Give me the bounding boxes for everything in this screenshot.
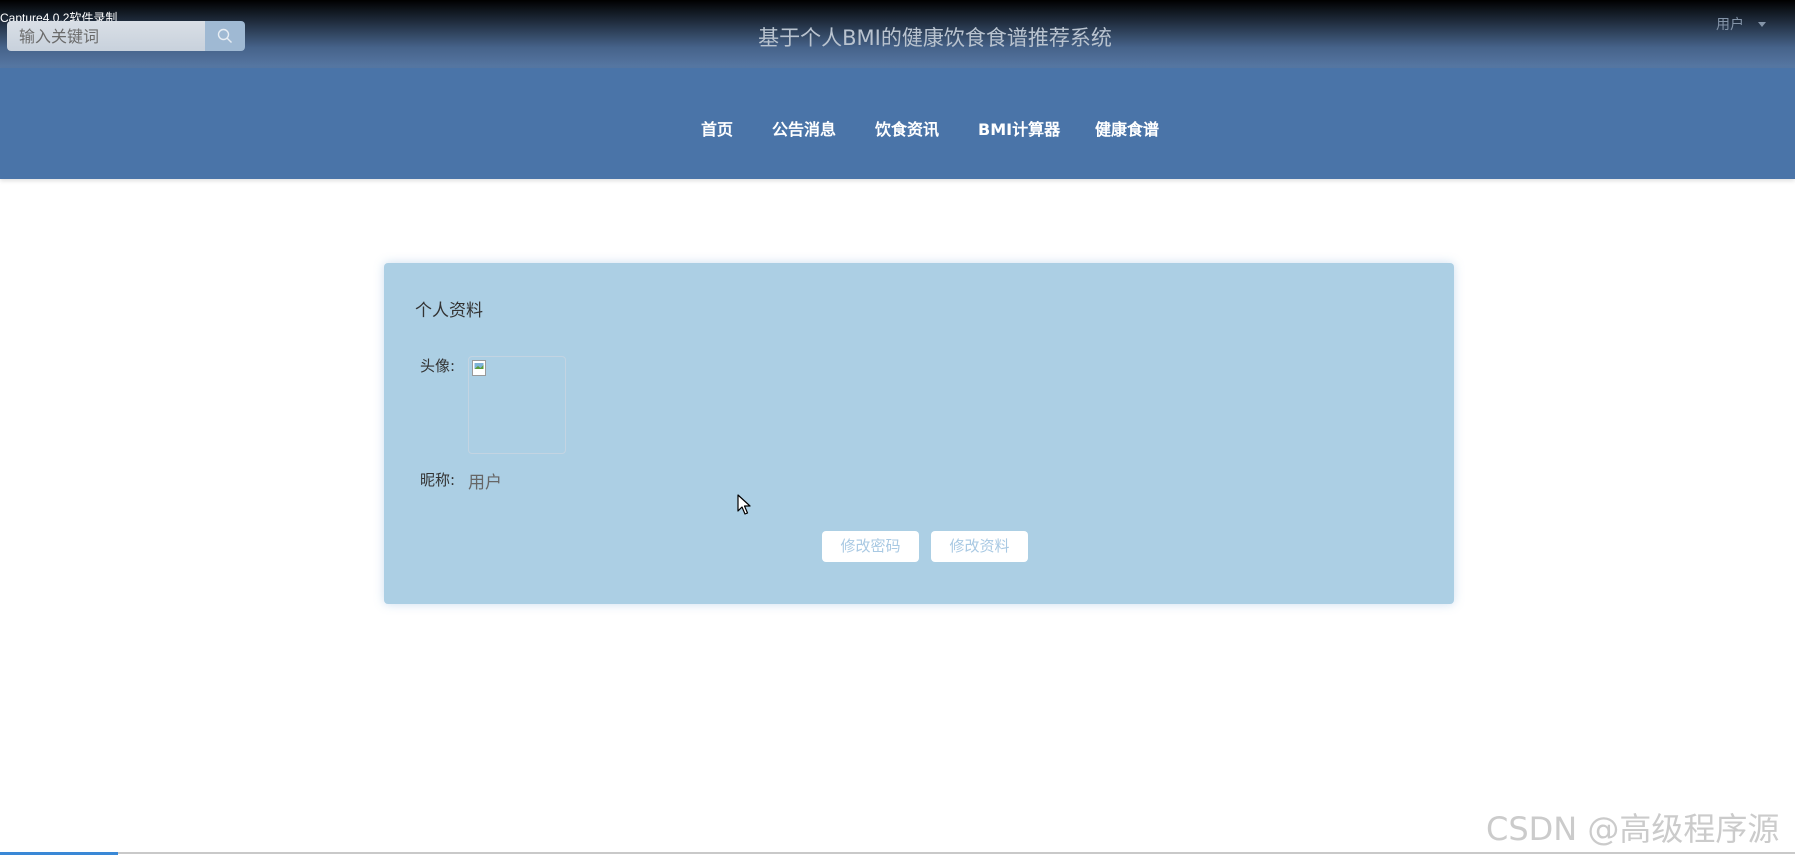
top-header: Capture4.0.2软件录制 基于个人BMI的健康饮食食谱推荐系统 用户 — [0, 0, 1795, 68]
nav-item-bmi-calculator[interactable]: BMI计算器 — [978, 116, 1060, 140]
chevron-down-icon — [1758, 21, 1766, 27]
site-title: 基于个人BMI的健康饮食食谱推荐系统 — [758, 26, 1112, 50]
nav-item-healthy-recipes[interactable]: 健康食谱 — [1095, 116, 1159, 140]
broken-image-icon — [472, 360, 486, 376]
main-nav: 首页 公告消息 饮食资讯 BMI计算器 健康食谱 — [0, 68, 1795, 179]
profile-card: 个人资料 头像: 昵称: 用户 修改密码 修改资料 — [384, 263, 1454, 604]
mouse-cursor-icon — [737, 494, 751, 515]
user-menu[interactable]: 用户 — [1716, 14, 1766, 34]
nickname-label: 昵称: — [420, 471, 456, 489]
avatar-label: 头像: — [420, 357, 456, 375]
change-password-button[interactable]: 修改密码 — [822, 531, 919, 562]
csdn-watermark: CSDN @高级程序源 — [1486, 810, 1780, 848]
nav-item-home[interactable]: 首页 — [701, 116, 733, 140]
user-menu-label: 用户 — [1716, 17, 1744, 33]
nav-item-diet-news[interactable]: 饮食资讯 — [875, 116, 939, 140]
taskbar-divider — [0, 852, 1795, 854]
bottom-progress-bar — [0, 852, 118, 855]
avatar[interactable] — [468, 356, 566, 454]
profile-title: 个人资料 — [415, 301, 483, 321]
nav-item-announcements[interactable]: 公告消息 — [772, 116, 836, 140]
edit-profile-button[interactable]: 修改资料 — [931, 531, 1028, 562]
nickname-value: 用户 — [468, 473, 502, 493]
